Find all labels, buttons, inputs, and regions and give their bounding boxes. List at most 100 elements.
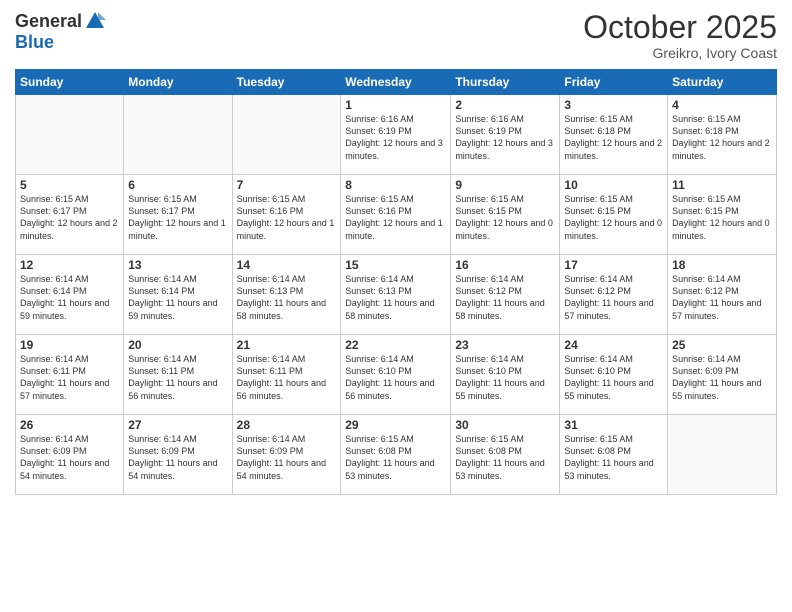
day-number: 4 [672, 98, 772, 112]
month-title: October 2025 [583, 10, 777, 45]
col-monday: Monday [124, 70, 232, 95]
day-number: 12 [20, 258, 119, 272]
calendar-cell: 2Sunrise: 6:16 AM Sunset: 6:19 PM Daylig… [451, 95, 560, 175]
day-number: 24 [564, 338, 663, 352]
calendar-week-row: 1Sunrise: 6:16 AM Sunset: 6:19 PM Daylig… [16, 95, 777, 175]
day-number: 23 [455, 338, 555, 352]
day-info: Sunrise: 6:14 AM Sunset: 6:14 PM Dayligh… [20, 273, 119, 322]
day-number: 14 [237, 258, 337, 272]
day-info: Sunrise: 6:14 AM Sunset: 6:11 PM Dayligh… [128, 353, 227, 402]
calendar-cell: 18Sunrise: 6:14 AM Sunset: 6:12 PM Dayli… [668, 255, 777, 335]
day-number: 3 [564, 98, 663, 112]
calendar-cell: 3Sunrise: 6:15 AM Sunset: 6:18 PM Daylig… [560, 95, 668, 175]
day-info: Sunrise: 6:15 AM Sunset: 6:15 PM Dayligh… [455, 193, 555, 242]
calendar-cell: 7Sunrise: 6:15 AM Sunset: 6:16 PM Daylig… [232, 175, 341, 255]
day-info: Sunrise: 6:15 AM Sunset: 6:08 PM Dayligh… [345, 433, 446, 482]
day-number: 27 [128, 418, 227, 432]
calendar-cell: 8Sunrise: 6:15 AM Sunset: 6:16 PM Daylig… [341, 175, 451, 255]
day-number: 22 [345, 338, 446, 352]
calendar-cell [124, 95, 232, 175]
col-saturday: Saturday [668, 70, 777, 95]
calendar-cell: 11Sunrise: 6:15 AM Sunset: 6:15 PM Dayli… [668, 175, 777, 255]
header: General Blue October 2025 Greikro, Ivory… [15, 10, 777, 61]
col-sunday: Sunday [16, 70, 124, 95]
col-friday: Friday [560, 70, 668, 95]
day-info: Sunrise: 6:14 AM Sunset: 6:12 PM Dayligh… [564, 273, 663, 322]
calendar-cell: 31Sunrise: 6:15 AM Sunset: 6:08 PM Dayli… [560, 415, 668, 495]
day-info: Sunrise: 6:16 AM Sunset: 6:19 PM Dayligh… [455, 113, 555, 162]
calendar-cell: 14Sunrise: 6:14 AM Sunset: 6:13 PM Dayli… [232, 255, 341, 335]
logo-blue-text: Blue [15, 32, 54, 53]
calendar-cell [668, 415, 777, 495]
calendar-cell: 28Sunrise: 6:14 AM Sunset: 6:09 PM Dayli… [232, 415, 341, 495]
day-number: 13 [128, 258, 227, 272]
calendar-table: Sunday Monday Tuesday Wednesday Thursday… [15, 69, 777, 495]
day-info: Sunrise: 6:16 AM Sunset: 6:19 PM Dayligh… [345, 113, 446, 162]
day-number: 29 [345, 418, 446, 432]
calendar-cell: 9Sunrise: 6:15 AM Sunset: 6:15 PM Daylig… [451, 175, 560, 255]
day-info: Sunrise: 6:15 AM Sunset: 6:16 PM Dayligh… [237, 193, 337, 242]
day-info: Sunrise: 6:14 AM Sunset: 6:11 PM Dayligh… [20, 353, 119, 402]
day-info: Sunrise: 6:15 AM Sunset: 6:17 PM Dayligh… [128, 193, 227, 242]
day-info: Sunrise: 6:15 AM Sunset: 6:15 PM Dayligh… [672, 193, 772, 242]
day-info: Sunrise: 6:14 AM Sunset: 6:10 PM Dayligh… [455, 353, 555, 402]
day-info: Sunrise: 6:15 AM Sunset: 6:08 PM Dayligh… [564, 433, 663, 482]
day-number: 2 [455, 98, 555, 112]
calendar-cell: 6Sunrise: 6:15 AM Sunset: 6:17 PM Daylig… [124, 175, 232, 255]
day-info: Sunrise: 6:14 AM Sunset: 6:10 PM Dayligh… [345, 353, 446, 402]
day-number: 15 [345, 258, 446, 272]
location: Greikro, Ivory Coast [583, 45, 777, 61]
calendar-cell: 29Sunrise: 6:15 AM Sunset: 6:08 PM Dayli… [341, 415, 451, 495]
calendar-cell: 16Sunrise: 6:14 AM Sunset: 6:12 PM Dayli… [451, 255, 560, 335]
day-number: 5 [20, 178, 119, 192]
day-info: Sunrise: 6:15 AM Sunset: 6:08 PM Dayligh… [455, 433, 555, 482]
day-number: 11 [672, 178, 772, 192]
day-info: Sunrise: 6:15 AM Sunset: 6:16 PM Dayligh… [345, 193, 446, 242]
calendar-cell: 12Sunrise: 6:14 AM Sunset: 6:14 PM Dayli… [16, 255, 124, 335]
day-number: 10 [564, 178, 663, 192]
calendar-cell: 10Sunrise: 6:15 AM Sunset: 6:15 PM Dayli… [560, 175, 668, 255]
day-info: Sunrise: 6:15 AM Sunset: 6:15 PM Dayligh… [564, 193, 663, 242]
day-info: Sunrise: 6:14 AM Sunset: 6:13 PM Dayligh… [345, 273, 446, 322]
col-wednesday: Wednesday [341, 70, 451, 95]
day-number: 17 [564, 258, 663, 272]
day-number: 26 [20, 418, 119, 432]
calendar-cell: 21Sunrise: 6:14 AM Sunset: 6:11 PM Dayli… [232, 335, 341, 415]
day-info: Sunrise: 6:15 AM Sunset: 6:18 PM Dayligh… [564, 113, 663, 162]
calendar-cell: 20Sunrise: 6:14 AM Sunset: 6:11 PM Dayli… [124, 335, 232, 415]
calendar-cell: 5Sunrise: 6:15 AM Sunset: 6:17 PM Daylig… [16, 175, 124, 255]
day-info: Sunrise: 6:14 AM Sunset: 6:09 PM Dayligh… [237, 433, 337, 482]
day-number: 8 [345, 178, 446, 192]
calendar-week-row: 19Sunrise: 6:14 AM Sunset: 6:11 PM Dayli… [16, 335, 777, 415]
calendar-cell: 13Sunrise: 6:14 AM Sunset: 6:14 PM Dayli… [124, 255, 232, 335]
day-info: Sunrise: 6:14 AM Sunset: 6:12 PM Dayligh… [672, 273, 772, 322]
title-block: October 2025 Greikro, Ivory Coast [583, 10, 777, 61]
day-info: Sunrise: 6:14 AM Sunset: 6:14 PM Dayligh… [128, 273, 227, 322]
calendar-cell: 19Sunrise: 6:14 AM Sunset: 6:11 PM Dayli… [16, 335, 124, 415]
calendar-cell: 25Sunrise: 6:14 AM Sunset: 6:09 PM Dayli… [668, 335, 777, 415]
day-number: 16 [455, 258, 555, 272]
day-info: Sunrise: 6:14 AM Sunset: 6:09 PM Dayligh… [128, 433, 227, 482]
calendar-cell: 22Sunrise: 6:14 AM Sunset: 6:10 PM Dayli… [341, 335, 451, 415]
day-info: Sunrise: 6:15 AM Sunset: 6:18 PM Dayligh… [672, 113, 772, 162]
col-tuesday: Tuesday [232, 70, 341, 95]
day-number: 9 [455, 178, 555, 192]
day-info: Sunrise: 6:14 AM Sunset: 6:13 PM Dayligh… [237, 273, 337, 322]
calendar-header-row: Sunday Monday Tuesday Wednesday Thursday… [16, 70, 777, 95]
calendar-cell: 27Sunrise: 6:14 AM Sunset: 6:09 PM Dayli… [124, 415, 232, 495]
day-number: 21 [237, 338, 337, 352]
calendar-cell: 17Sunrise: 6:14 AM Sunset: 6:12 PM Dayli… [560, 255, 668, 335]
day-info: Sunrise: 6:14 AM Sunset: 6:10 PM Dayligh… [564, 353, 663, 402]
logo-general-text: General [15, 11, 82, 32]
logo: General Blue [15, 10, 106, 53]
calendar-week-row: 26Sunrise: 6:14 AM Sunset: 6:09 PM Dayli… [16, 415, 777, 495]
day-number: 28 [237, 418, 337, 432]
day-number: 25 [672, 338, 772, 352]
day-number: 20 [128, 338, 227, 352]
day-number: 6 [128, 178, 227, 192]
day-info: Sunrise: 6:14 AM Sunset: 6:09 PM Dayligh… [20, 433, 119, 482]
day-number: 7 [237, 178, 337, 192]
calendar-cell: 4Sunrise: 6:15 AM Sunset: 6:18 PM Daylig… [668, 95, 777, 175]
day-info: Sunrise: 6:14 AM Sunset: 6:11 PM Dayligh… [237, 353, 337, 402]
calendar-week-row: 5 Sunrise: 6:15 AM Sunset: 6:17 PM Daylig… [16, 175, 777, 255]
